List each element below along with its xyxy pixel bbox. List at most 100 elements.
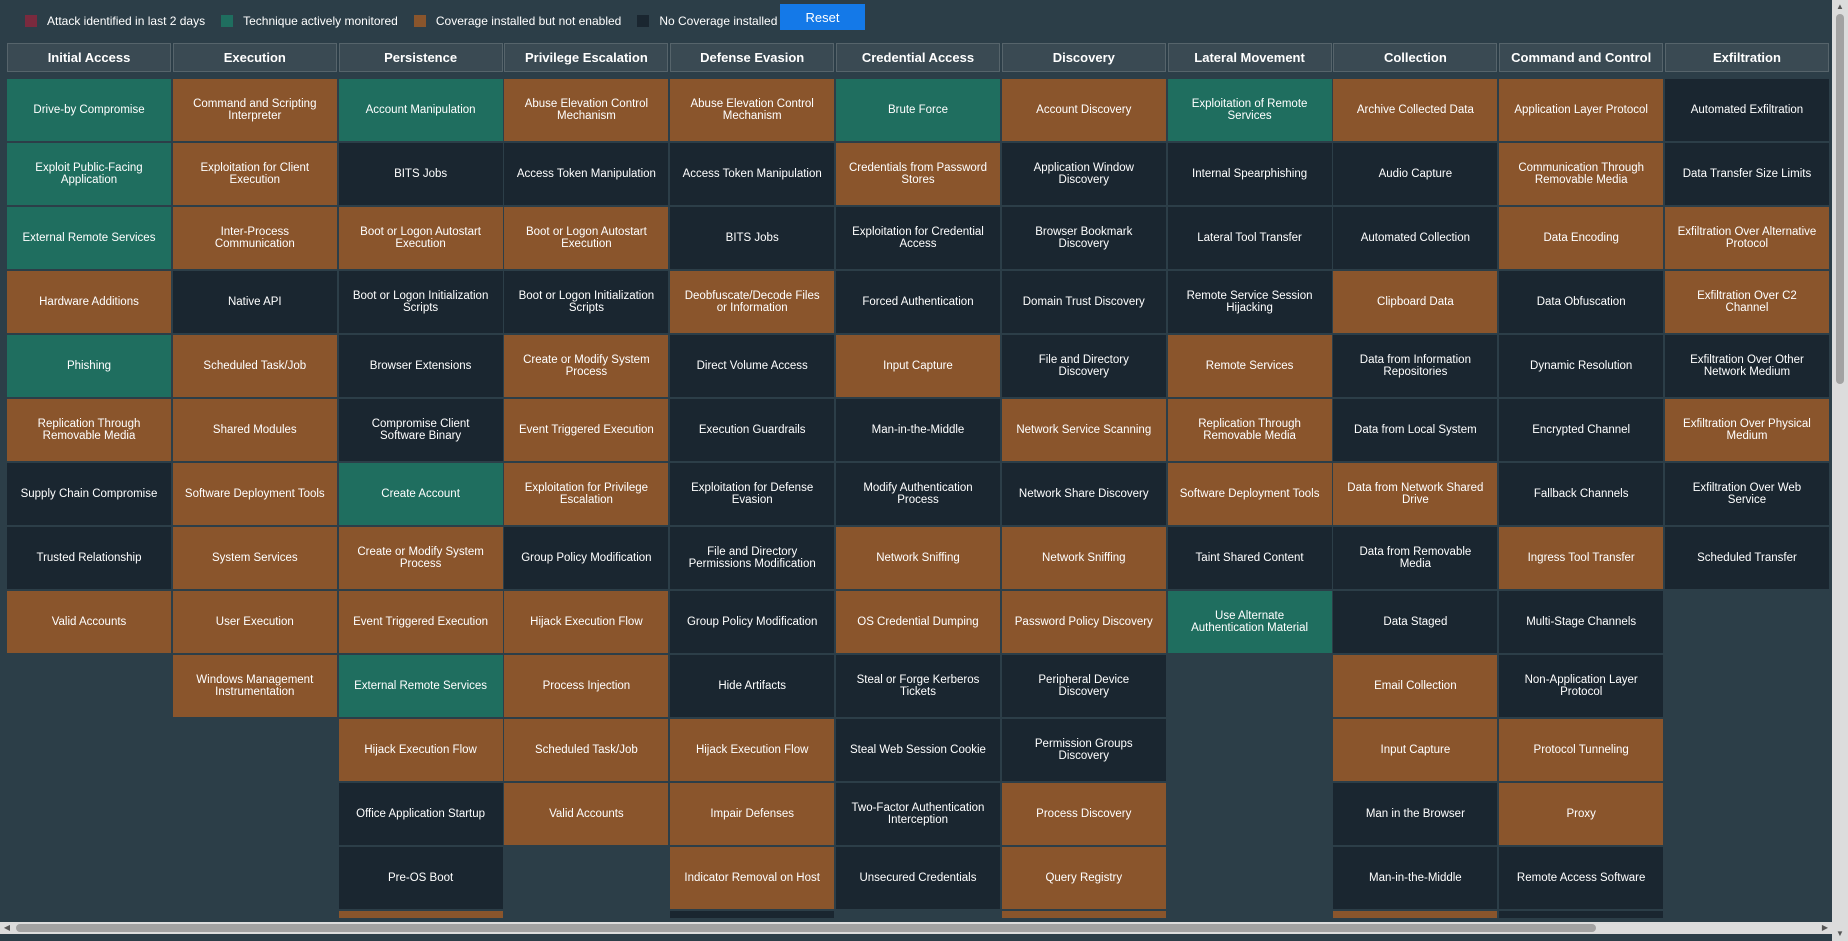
technique-cell[interactable]: Modify Authentication Process xyxy=(835,463,1000,525)
technique-cell[interactable]: Impair Defenses xyxy=(670,783,835,845)
technique-cell[interactable]: Hide Artifacts xyxy=(670,655,835,717)
technique-cell[interactable]: Exploit Public-Facing Application xyxy=(7,143,171,205)
technique-cell[interactable]: Brute Force xyxy=(835,79,1000,141)
technique-cell[interactable]: Man-in-the-Middle xyxy=(835,399,1000,461)
technique-cell[interactable]: Drive-by Compromise xyxy=(7,79,171,141)
technique-cell[interactable]: Pre-OS Boot xyxy=(338,847,503,909)
technique-cell[interactable]: Browser Extensions xyxy=(338,335,503,397)
technique-cell[interactable]: Dynamic Resolution xyxy=(1499,335,1664,397)
technique-cell[interactable]: Password Policy Discovery xyxy=(1001,591,1166,653)
technique-cell[interactable]: Event Triggered Execution xyxy=(504,399,669,461)
tactic-header[interactable]: Collection xyxy=(1333,43,1498,72)
technique-cell[interactable]: Hijack Execution Flow xyxy=(338,719,503,781)
technique-cell[interactable]: System Services xyxy=(172,527,337,589)
technique-cell[interactable]: Two-Factor Authentication Interception xyxy=(835,783,1000,845)
technique-cell[interactable]: Network Share Discovery xyxy=(1001,463,1166,525)
technique-cell[interactable]: File and Directory Permissions Modificat… xyxy=(670,527,835,589)
technique-cell[interactable]: File and Directory Discovery xyxy=(1001,335,1166,397)
technique-cell[interactable]: Remote Service Session Hijacking xyxy=(1167,271,1332,333)
technique-cell[interactable]: Scheduled Task/Job xyxy=(172,335,337,397)
technique-cell[interactable]: Application Window Discovery xyxy=(1001,143,1166,205)
technique-cell[interactable]: External Remote Services xyxy=(338,655,503,717)
tactic-header[interactable]: Credential Access xyxy=(835,43,1000,72)
technique-cell[interactable]: Forced Authentication xyxy=(835,271,1000,333)
technique-cell[interactable]: Credentials from Password Stores xyxy=(835,143,1000,205)
technique-cell[interactable]: Windows Management Instrumentation xyxy=(172,655,337,717)
technique-cell[interactable]: Process Injection xyxy=(504,655,669,717)
vertical-scrollbar[interactable]: ▲ ▼ xyxy=(1832,0,1848,941)
technique-cell[interactable] xyxy=(1001,911,1166,918)
technique-cell[interactable]: Archive Collected Data xyxy=(1333,79,1498,141)
technique-cell[interactable]: Command and Scripting Interpreter xyxy=(172,79,337,141)
technique-cell[interactable]: External Remote Services xyxy=(7,207,171,269)
technique-cell[interactable]: Exfiltration Over Alternative Protocol xyxy=(1664,207,1829,269)
scroll-right-icon[interactable]: ▶ xyxy=(1818,922,1832,934)
technique-cell[interactable]: Browser Bookmark Discovery xyxy=(1001,207,1166,269)
technique-cell[interactable]: Deobfuscate/Decode Files or Information xyxy=(670,271,835,333)
technique-cell[interactable]: Access Token Manipulation xyxy=(670,143,835,205)
technique-cell[interactable]: Network Sniffing xyxy=(835,527,1000,589)
tactic-header[interactable]: Initial Access xyxy=(7,43,171,72)
technique-cell[interactable]: Hijack Execution Flow xyxy=(670,719,835,781)
technique-cell[interactable]: Software Deployment Tools xyxy=(172,463,337,525)
technique-cell[interactable]: Audio Capture xyxy=(1333,143,1498,205)
technique-cell[interactable]: Process Discovery xyxy=(1001,783,1166,845)
technique-cell[interactable]: Data Transfer Size Limits xyxy=(1664,143,1829,205)
tactic-header[interactable]: Lateral Movement xyxy=(1167,43,1332,72)
technique-cell[interactable]: Native API xyxy=(172,271,337,333)
technique-cell[interactable]: Data from Network Shared Drive xyxy=(1333,463,1498,525)
horizontal-scroll-thumb[interactable] xyxy=(16,924,1596,932)
technique-cell[interactable]: Remote Services xyxy=(1167,335,1332,397)
technique-cell[interactable]: Steal or Forge Kerberos Tickets xyxy=(835,655,1000,717)
technique-cell[interactable]: Valid Accounts xyxy=(7,591,171,653)
technique-cell[interactable]: Create Account xyxy=(338,463,503,525)
technique-cell[interactable]: Query Registry xyxy=(1001,847,1166,909)
technique-cell[interactable]: Phishing xyxy=(7,335,171,397)
technique-cell[interactable]: Input Capture xyxy=(835,335,1000,397)
technique-cell[interactable]: Exfiltration Over Physical Medium xyxy=(1664,399,1829,461)
technique-cell[interactable]: Exfiltration Over C2 Channel xyxy=(1664,271,1829,333)
technique-cell[interactable]: Protocol Tunneling xyxy=(1499,719,1664,781)
technique-cell[interactable]: Direct Volume Access xyxy=(670,335,835,397)
technique-cell[interactable] xyxy=(1333,911,1498,918)
technique-cell[interactable]: Indicator Removal on Host xyxy=(670,847,835,909)
technique-cell[interactable] xyxy=(338,911,503,918)
technique-cell[interactable]: Non-Application Layer Protocol xyxy=(1499,655,1664,717)
technique-cell[interactable] xyxy=(670,911,835,918)
technique-cell[interactable]: Remote Access Software xyxy=(1499,847,1664,909)
technique-cell[interactable]: Use Alternate Authentication Material xyxy=(1167,591,1332,653)
technique-cell[interactable]: Taint Shared Content xyxy=(1167,527,1332,589)
technique-cell[interactable]: Steal Web Session Cookie xyxy=(835,719,1000,781)
tactic-header[interactable]: Exfiltration xyxy=(1664,43,1829,72)
technique-cell[interactable]: Internal Spearphishing xyxy=(1167,143,1332,205)
technique-cell[interactable]: Application Layer Protocol xyxy=(1499,79,1664,141)
scroll-down-icon[interactable]: ▼ xyxy=(1832,927,1848,941)
technique-cell[interactable]: Exploitation for Defense Evasion xyxy=(670,463,835,525)
technique-cell[interactable]: Data Obfuscation xyxy=(1499,271,1664,333)
technique-cell[interactable]: Input Capture xyxy=(1333,719,1498,781)
technique-cell[interactable]: Office Application Startup xyxy=(338,783,503,845)
technique-cell[interactable]: Group Policy Modification xyxy=(670,591,835,653)
technique-cell[interactable]: Exfiltration Over Other Network Medium xyxy=(1664,335,1829,397)
scroll-left-icon[interactable]: ◀ xyxy=(0,922,14,934)
technique-cell[interactable]: Inter-Process Communication xyxy=(172,207,337,269)
technique-cell[interactable]: Fallback Channels xyxy=(1499,463,1664,525)
technique-cell[interactable]: Communication Through Removable Media xyxy=(1499,143,1664,205)
tactic-header[interactable]: Discovery xyxy=(1001,43,1166,72)
technique-cell[interactable]: Account Manipulation xyxy=(338,79,503,141)
technique-cell[interactable]: Exploitation for Privilege Escalation xyxy=(504,463,669,525)
technique-cell[interactable]: Create or Modify System Process xyxy=(504,335,669,397)
technique-cell[interactable]: Boot or Logon Autostart Execution xyxy=(338,207,503,269)
vertical-scroll-thumb[interactable] xyxy=(1836,14,1844,384)
technique-cell[interactable]: Man in the Browser xyxy=(1333,783,1498,845)
tactic-header[interactable]: Privilege Escalation xyxy=(504,43,669,72)
technique-cell[interactable]: Exploitation for Client Execution xyxy=(172,143,337,205)
technique-cell[interactable]: Hijack Execution Flow xyxy=(504,591,669,653)
technique-cell[interactable]: Encrypted Channel xyxy=(1499,399,1664,461)
tactic-header[interactable]: Defense Evasion xyxy=(670,43,835,72)
technique-cell[interactable]: Network Sniffing xyxy=(1001,527,1166,589)
scroll-up-icon[interactable]: ▲ xyxy=(1832,0,1848,14)
technique-cell[interactable]: Boot or Logon Autostart Execution xyxy=(504,207,669,269)
technique-cell[interactable]: Domain Trust Discovery xyxy=(1001,271,1166,333)
tactic-header[interactable]: Execution xyxy=(172,43,337,72)
